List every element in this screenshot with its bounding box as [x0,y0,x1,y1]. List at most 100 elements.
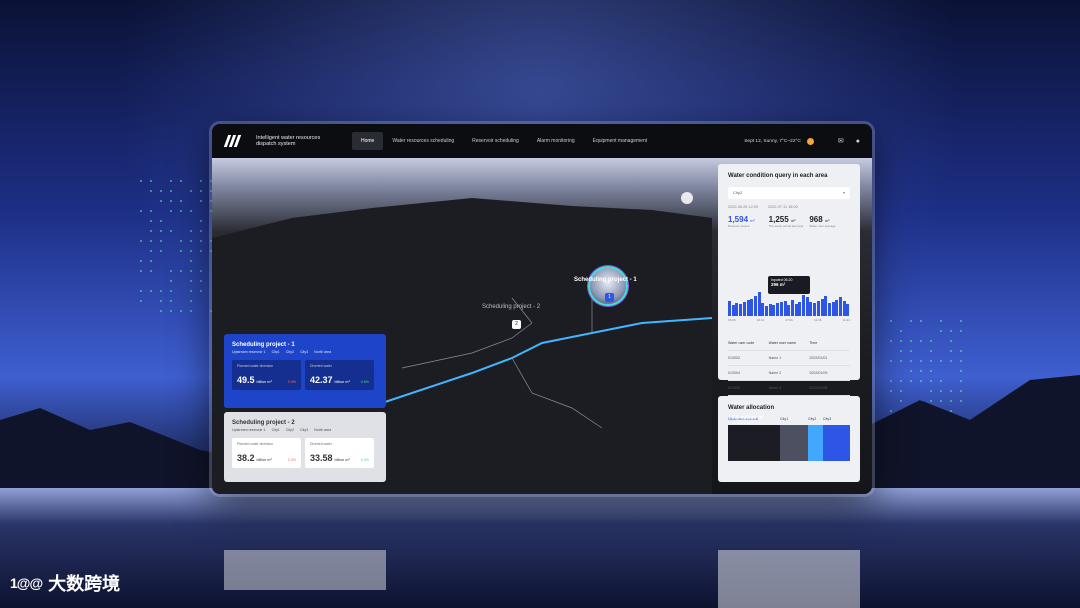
dot [160,300,162,302]
dot [200,290,202,292]
dot [150,220,152,222]
dot [920,340,922,342]
table-cell: 2022/01/09 [809,371,850,375]
date-from[interactable]: 2022-06-26 12:00 [728,205,758,209]
nav-reservoir-scheduling[interactable]: Reservoir scheduling [463,132,528,150]
dot [920,360,922,362]
bar-axis: 15.26 10.11 17.01 11.16 11.21 [728,318,850,322]
kpi-unit: m³ [791,219,795,223]
nav-equipment-management[interactable]: Equipment management [584,132,656,150]
kpi-unit: m³ [750,219,754,223]
dot [140,260,142,262]
table-row[interactable]: 013004 Name 2 2022/01/09 [728,366,850,381]
project2-card[interactable]: Scheduling project - 2 Upstream reservoi… [224,412,386,482]
crumb: City3 [300,428,308,432]
dot [150,180,152,182]
chart-bar [747,300,750,316]
dot [160,240,162,242]
area-select[interactable]: City2 [728,187,850,199]
stat-delta: 0.6% [361,380,369,384]
dot [140,270,142,272]
stat-unit: billion m³ [257,458,272,462]
marker-1[interactable]: 1 [605,293,614,302]
dot [190,210,192,212]
stat-value: 49.5 [237,375,255,385]
alloc-label[interactable]: City2 [808,417,823,421]
dot [910,340,912,342]
dot [180,180,182,182]
main-nav: Home Water resources scheduling Reservoi… [352,132,656,150]
table-row[interactable]: 013025 Name 3 2022/01/08 [728,381,850,396]
dot [200,270,202,272]
kpi-last-year: 1,255 m³ The same period last year [769,215,810,228]
dot [200,180,202,182]
project1-card[interactable]: Scheduling project - 1 Upstream reservoi… [224,334,386,408]
crumb: Upstream reservoir 1 [232,350,266,354]
dot [170,190,172,192]
dot [200,230,202,232]
dot [160,230,162,232]
axis-tick: 17.01 [785,318,793,322]
dot [200,250,202,252]
date-to[interactable]: 2022-07-11 18:00 [768,205,798,209]
tooltip-value: 296 m³ [771,282,807,287]
alloc-title: Water allocation [718,396,860,417]
table-cell: 013004 [728,371,769,375]
project2-label: Scheduling project - 2 [482,304,540,310]
water-query-panel: Water condition query in each area City2… [718,164,860,380]
kpi-value: 1,594 [728,215,748,224]
dot [170,280,172,282]
watermark: 1@@ 大数跨境 [10,570,120,596]
chart-bar [743,302,746,316]
crumb: City3 [300,350,308,354]
chart-bar [780,302,783,316]
dot [950,350,952,352]
chart-bar [754,296,757,316]
column-header: Water user code [728,341,769,345]
alloc-segment-city3[interactable] [823,425,850,461]
app-title: Intelligent water resources dispatch sys… [256,135,336,148]
nav-home[interactable]: Home [352,132,383,150]
nav-alarm-monitoring[interactable]: Alarm monitoring [528,132,584,150]
message-icon[interactable]: ✉ [838,137,844,145]
dot [890,340,892,342]
dot [160,250,162,252]
dot [900,340,902,342]
user-icon[interactable]: ● [856,138,860,145]
screen-reflection [212,540,872,608]
dot [180,270,182,272]
dot [190,250,192,252]
table-row[interactable]: 013002 Name 1 2022/01/01 [728,351,850,366]
stat-label: Diverted water [305,438,374,446]
kpi-value: 968 [809,215,822,224]
dot [150,210,152,212]
alloc-segment-city2[interactable] [808,425,823,461]
date-range[interactable]: 2022-06-26 12:00 2022-07-11 18:00 [728,205,850,209]
chart-bar [846,304,849,316]
chart-bar [795,304,798,316]
marker-2[interactable]: 2 [512,320,521,329]
dot [150,270,152,272]
allocation-bar[interactable]: 3.6 million m³ Diverted water [728,425,850,461]
nav-water-resources-scheduling[interactable]: Water resources scheduling [383,132,463,150]
crumb: North area [314,350,331,354]
dot [180,210,182,212]
water-bar-chart[interactable] [728,292,850,316]
alloc-label[interactable]: City1 [780,417,808,421]
alloc-segment-reservoir[interactable]: 3.6 million m³ Diverted water [728,425,780,461]
dot [160,290,162,292]
dot [180,310,182,312]
kpi-reserve: 1,594 m³ Reserve volume [728,215,769,228]
chart-bar [758,292,761,316]
card2-crumbs: Upstream reservoir 1 City1 City2 City3 N… [224,428,386,432]
dot [170,200,172,202]
stat-delta: 0.3% [288,458,296,462]
dot [900,360,902,362]
alloc-segment-city1[interactable] [780,425,808,461]
alloc-label[interactable]: City3 [823,417,831,421]
moon [681,192,693,204]
chart-bar [769,304,772,316]
app-logo-icon [224,134,250,148]
dot [150,250,152,252]
chart-bar [813,303,816,316]
